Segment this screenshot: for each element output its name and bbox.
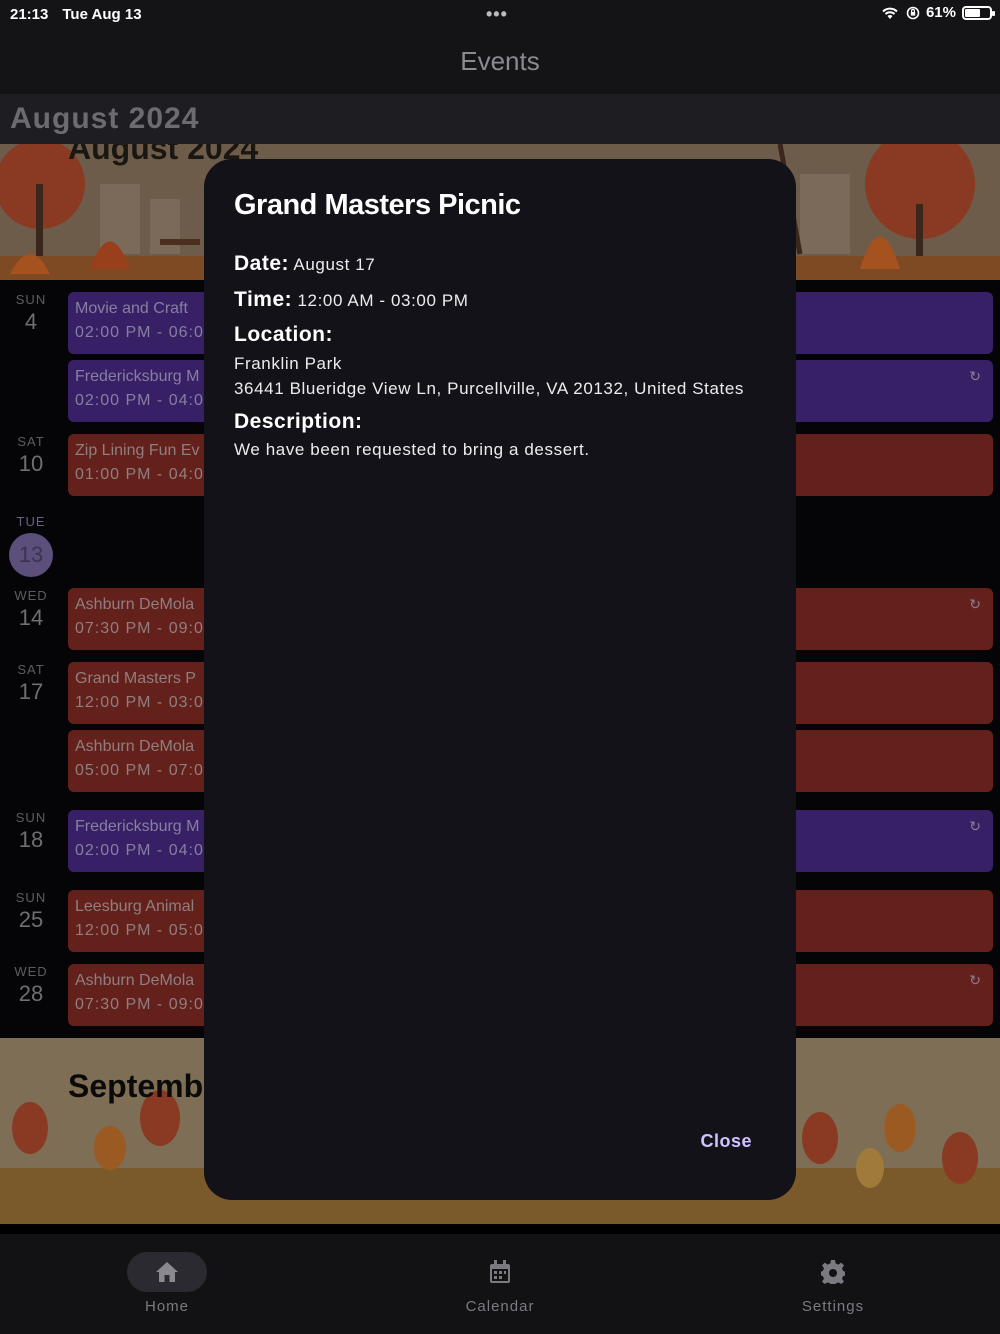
day-label: SUN 4 xyxy=(15,292,47,334)
page-title: Events xyxy=(460,46,540,76)
day-label-today: TUE 13 xyxy=(0,514,62,577)
event-detail-dialog: Grand Masters Picnic Date: August 17 Tim… xyxy=(204,159,796,1200)
description-row: Description: We have been requested to b… xyxy=(234,406,766,463)
description-value: We have been requested to bring a desser… xyxy=(234,440,590,459)
gear-icon xyxy=(821,1260,845,1284)
home-icon xyxy=(156,1262,178,1282)
status-time: 21:13 xyxy=(10,5,49,23)
status-date: Tue Aug 13 xyxy=(62,5,142,23)
location-name: Franklin Park xyxy=(234,353,342,373)
close-button[interactable]: Close xyxy=(700,1131,752,1152)
day-label: WED 28 xyxy=(14,964,48,1006)
battery-icon xyxy=(962,5,995,20)
repeat-icon: ↻ xyxy=(969,368,981,384)
tab-home[interactable]: Home xyxy=(102,1252,232,1315)
repeat-icon: ↻ xyxy=(969,596,981,612)
date-value: August 17 xyxy=(293,255,376,274)
time-label: Time: xyxy=(234,287,293,311)
dialog-title: Grand Masters Picnic xyxy=(234,189,521,221)
day-label: SUN 18 xyxy=(15,810,47,852)
day-label: SUN 25 xyxy=(15,890,47,932)
time-value: 12:00 AM - 03:00 PM xyxy=(297,290,469,310)
multitasking-dots-icon[interactable]: ••• xyxy=(486,4,508,25)
today-indicator: 13 xyxy=(9,533,53,577)
orientation-lock-icon xyxy=(906,6,920,19)
september-banner-title: Septemb xyxy=(68,1068,204,1104)
tab-calendar[interactable]: Calendar xyxy=(435,1252,565,1315)
wifi-icon xyxy=(882,7,898,19)
description-label: Description: xyxy=(234,409,363,433)
day-label: WED 14 xyxy=(14,588,48,630)
location-address: 36441 Blueridge View Ln, Purcellville, V… xyxy=(234,379,745,398)
calendar-icon xyxy=(490,1260,510,1283)
date-label: Date: xyxy=(234,252,290,275)
day-label: SAT 17 xyxy=(17,662,45,704)
nav-bar: Events xyxy=(0,28,1000,94)
battery-percent: 61% xyxy=(925,4,956,21)
day-label: SAT 10 xyxy=(17,434,45,476)
repeat-icon: ↻ xyxy=(969,818,981,834)
repeat-icon: ↻ xyxy=(969,972,981,988)
month-header-label: August 2024 xyxy=(10,102,200,135)
tab-settings[interactable]: Settings xyxy=(768,1252,898,1315)
month-section-header: August 2024 xyxy=(0,94,1000,144)
location-row: Location: Franklin Park 36441 Blueridge … xyxy=(234,319,766,402)
time-row: Time: 12:00 AM - 03:00 PM xyxy=(234,284,766,316)
status-bar: 21:13 Tue Aug 13 ••• 61% xyxy=(0,0,1000,28)
location-label: Location: xyxy=(234,323,333,346)
date-row: Date: August 17 xyxy=(234,248,766,280)
tab-bar: Home Calendar Settings xyxy=(0,1234,1000,1334)
